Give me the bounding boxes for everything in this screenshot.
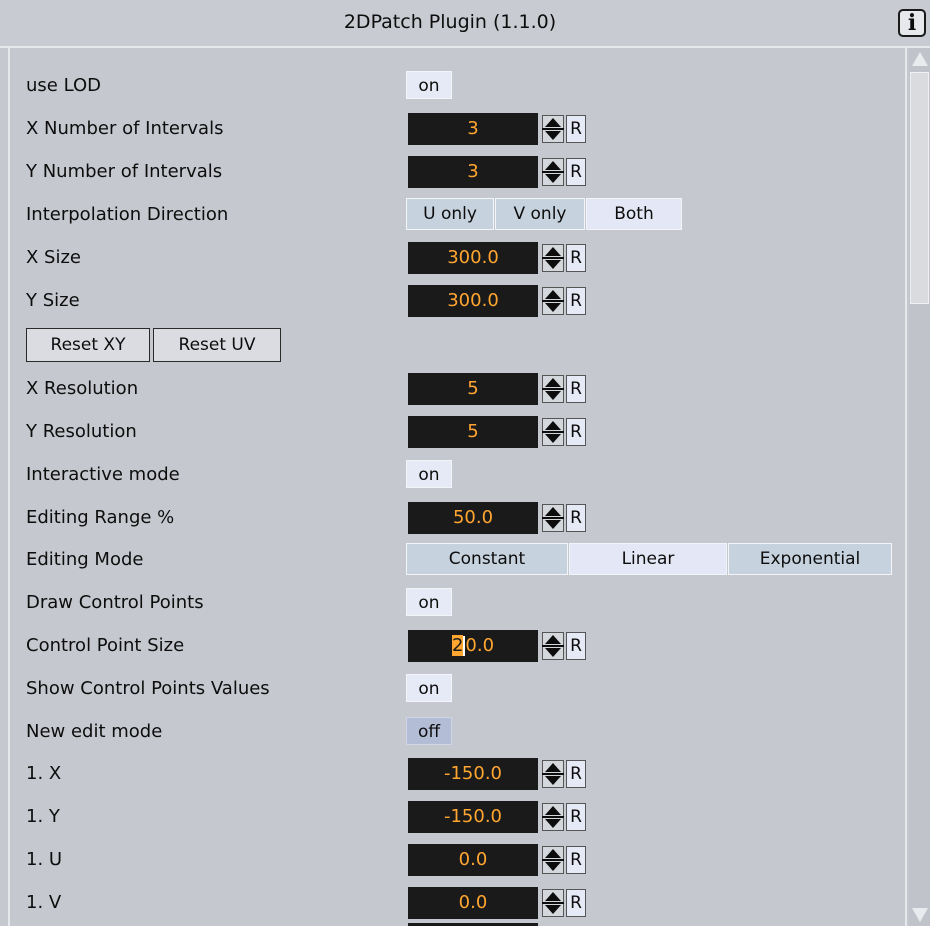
- x-intervals-label: X Number of Intervals: [26, 118, 224, 139]
- row-use-lod: use LOD on: [0, 67, 900, 103]
- point-1-x-label: 1. X: [26, 763, 62, 784]
- edit-mode-exponential-option[interactable]: Exponential: [728, 543, 892, 575]
- spinner-divider: [542, 517, 564, 519]
- row-y-resolution: Y Resolution 5 R: [0, 413, 900, 449]
- spinner-divider: [542, 859, 564, 861]
- spinner-divider: [542, 128, 564, 130]
- x-intervals-field[interactable]: 3: [408, 113, 538, 145]
- spinner-divider: [542, 902, 564, 904]
- editing-range-label: Editing Range %: [26, 507, 175, 528]
- row-interactive-mode: Interactive mode on: [0, 456, 900, 492]
- row-x-intervals: X Number of Intervals 3 R: [0, 110, 900, 146]
- new-edit-mode-label: New edit mode: [26, 721, 163, 742]
- row-editing-mode: Editing Mode Constant Linear Exponential: [0, 541, 900, 577]
- y-intervals-reset-button[interactable]: R: [566, 158, 586, 186]
- row-reset-buttons: Reset XY Reset UV: [0, 326, 900, 362]
- control-point-size-reset-button[interactable]: R: [566, 632, 586, 660]
- point-1-v-reset-button[interactable]: R: [566, 889, 586, 917]
- x-size-label: X Size: [26, 247, 82, 268]
- interpolation-direction-label: Interpolation Direction: [26, 204, 229, 225]
- point-1-x-field[interactable]: -150.0: [408, 758, 538, 790]
- control-point-size-field[interactable]: 2 0.0: [408, 630, 538, 662]
- interactive-mode-toggle[interactable]: on: [406, 460, 452, 488]
- editing-range-reset-button[interactable]: R: [566, 504, 586, 532]
- row-x-resolution: X Resolution 5 R: [0, 370, 900, 406]
- show-control-points-values-toggle[interactable]: on: [406, 674, 452, 702]
- spinner-divider: [542, 645, 564, 647]
- row-point-1-x: 1. X -150.0 R: [0, 755, 900, 791]
- y-intervals-field[interactable]: 3: [408, 156, 538, 188]
- row-draw-control-points: Draw Control Points on: [0, 584, 900, 620]
- control-point-size-label: Control Point Size: [26, 635, 185, 656]
- spinner-divider: [542, 300, 564, 302]
- y-resolution-label: Y Resolution: [26, 421, 137, 442]
- info-icon[interactable]: i: [898, 9, 926, 37]
- y-resolution-reset-button[interactable]: R: [566, 418, 586, 446]
- row-y-size: Y Size 300.0 R: [0, 282, 900, 318]
- x-resolution-label: X Resolution: [26, 378, 139, 399]
- y-size-reset-button[interactable]: R: [566, 287, 586, 315]
- point-1-x-reset-button[interactable]: R: [566, 760, 586, 788]
- point-1-v-field[interactable]: 0.0: [408, 887, 538, 919]
- scroll-down-arrow-icon[interactable]: [909, 904, 930, 926]
- interactive-mode-label: Interactive mode: [26, 464, 180, 485]
- reset-uv-button[interactable]: Reset UV: [153, 328, 281, 362]
- row-control-point-size: Control Point Size 2 0.0 R: [0, 627, 900, 663]
- draw-control-points-toggle[interactable]: on: [406, 588, 452, 616]
- interp-v-only-option[interactable]: V only: [495, 198, 585, 230]
- point-1-u-label: 1. U: [26, 849, 63, 870]
- draw-control-points-label: Draw Control Points: [26, 592, 204, 613]
- interp-u-only-option[interactable]: U only: [406, 198, 494, 230]
- row-show-control-points-values: Show Control Points Values on: [0, 670, 900, 706]
- row-new-edit-mode: New edit mode off: [0, 713, 900, 749]
- scroll-up-arrow-icon[interactable]: [909, 48, 930, 70]
- spinner-divider: [542, 257, 564, 259]
- y-size-field[interactable]: 300.0: [408, 285, 538, 317]
- point-1-v-label: 1. V: [26, 892, 62, 913]
- row-y-intervals: Y Number of Intervals 3 R: [0, 153, 900, 189]
- spinner-divider: [542, 816, 564, 818]
- editing-range-field[interactable]: 50.0: [408, 502, 538, 534]
- x-resolution-reset-button[interactable]: R: [566, 375, 586, 403]
- row-point-1-y: 1. Y -150.0 R: [0, 798, 900, 834]
- spinner-divider: [542, 773, 564, 775]
- new-edit-mode-toggle[interactable]: off: [406, 717, 452, 745]
- control-point-size-value-rest: 0.0: [465, 635, 495, 656]
- vertical-scrollbar[interactable]: [909, 48, 930, 926]
- row-interpolation-direction: Interpolation Direction U only V only Bo…: [0, 196, 900, 232]
- edit-mode-constant-option[interactable]: Constant: [406, 543, 568, 575]
- control-point-size-selection: 2: [451, 635, 464, 656]
- point-1-u-field[interactable]: 0.0: [408, 844, 538, 876]
- scroll-thumb[interactable]: [910, 72, 929, 304]
- edit-mode-linear-option[interactable]: Linear: [569, 543, 727, 575]
- row-point-1-v: 1. V 0.0 R: [0, 884, 900, 920]
- y-resolution-field[interactable]: 5: [408, 416, 538, 448]
- spinner-divider: [542, 171, 564, 173]
- spinner-divider: [542, 431, 564, 433]
- point-1-y-reset-button[interactable]: R: [566, 803, 586, 831]
- use-lod-toggle[interactable]: on: [406, 71, 452, 99]
- editing-mode-label: Editing Mode: [26, 549, 144, 570]
- window-title: 2DPatch Plugin (1.1.0): [343, 11, 557, 33]
- spinner-divider: [542, 388, 564, 390]
- interp-both-option[interactable]: Both: [586, 198, 682, 230]
- point-1-y-label: 1. Y: [26, 806, 60, 827]
- x-size-field[interactable]: 300.0: [408, 242, 538, 274]
- x-intervals-reset-button[interactable]: R: [566, 115, 586, 143]
- point-1-y-field[interactable]: -150.0: [408, 801, 538, 833]
- y-size-label: Y Size: [26, 290, 80, 311]
- use-lod-label: use LOD: [26, 75, 101, 96]
- row-editing-range: Editing Range % 50.0 R: [0, 499, 900, 535]
- point-1-u-reset-button[interactable]: R: [566, 846, 586, 874]
- y-intervals-label: Y Number of Intervals: [26, 161, 223, 182]
- title-bar: 2DPatch Plugin (1.1.0) i: [0, 0, 930, 48]
- row-x-size: X Size 300.0 R: [0, 239, 900, 275]
- x-resolution-field[interactable]: 5: [408, 373, 538, 405]
- plugin-properties-panel: use LOD on X Number of Intervals 3 R Y N…: [0, 46, 906, 926]
- x-size-reset-button[interactable]: R: [566, 244, 586, 272]
- show-control-points-values-label: Show Control Points Values: [26, 678, 270, 699]
- reset-xy-button[interactable]: Reset XY: [26, 328, 150, 362]
- row-point-1-u: 1. U 0.0 R: [0, 841, 900, 877]
